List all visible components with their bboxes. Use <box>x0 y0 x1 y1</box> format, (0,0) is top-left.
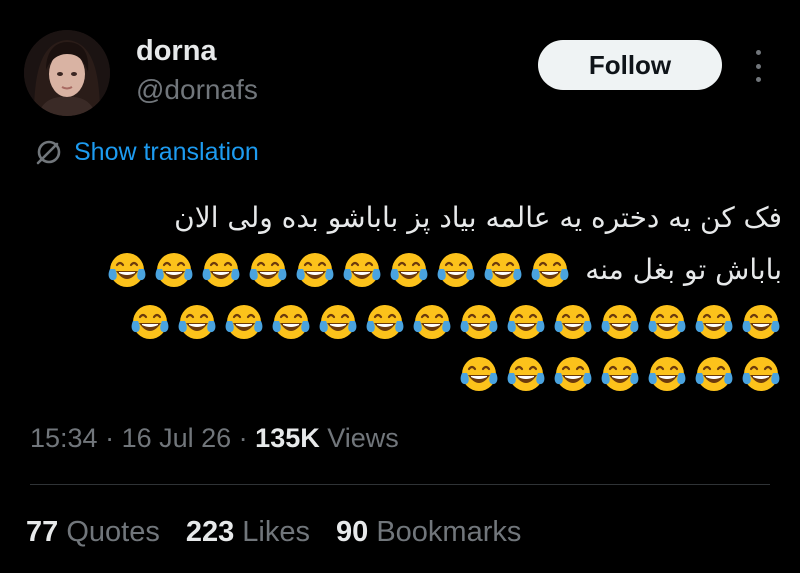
avatar[interactable] <box>24 30 110 116</box>
engagement-stats: 77 Quotes 223 Likes 90 Bookmarks <box>26 514 547 550</box>
face-with-tears-of-joy-icon <box>272 305 310 339</box>
translate-globe-icon <box>34 137 64 167</box>
quotes-stat[interactable]: 77 Quotes <box>26 514 160 550</box>
face-with-tears-of-joy-icon <box>319 305 357 339</box>
emoji-row-1: باباش تو بغل منه <box>30 244 782 296</box>
likes-count: 223 <box>185 516 235 548</box>
tweet-meta: 15:34 · 16 Jul 26 · 135K Views <box>30 420 399 456</box>
bookmarks-count: 90 <box>335 516 369 548</box>
face-with-tears-of-joy-icon <box>742 305 780 339</box>
separator: · <box>97 423 122 453</box>
follow-button[interactable]: Follow <box>538 40 722 90</box>
tweet-line-2: باباش تو بغل منه <box>585 253 782 286</box>
face-with-tears-of-joy-icon <box>460 305 498 339</box>
face-with-tears-of-joy-icon <box>343 253 381 287</box>
tweet-line-1: فک کن یه دختره یه عالمه بیاد پز باباشو ب… <box>174 201 782 234</box>
likes-label: Likes <box>242 516 310 548</box>
face-with-tears-of-joy-icon <box>484 253 522 287</box>
tweet-date[interactable]: 16 Jul 26 <box>122 423 232 453</box>
quotes-label: Quotes <box>66 516 160 548</box>
more-options-icon[interactable] <box>748 50 768 82</box>
face-with-tears-of-joy-icon <box>601 305 639 339</box>
face-with-tears-of-joy-icon <box>507 305 545 339</box>
face-with-tears-of-joy-icon <box>648 305 686 339</box>
dot <box>755 77 761 82</box>
divider <box>30 484 770 485</box>
face-with-tears-of-joy-icon <box>249 253 287 287</box>
show-translation-label: Show translation <box>74 137 259 166</box>
display-name[interactable]: dorna <box>136 34 217 68</box>
face-with-tears-of-joy-icon <box>131 305 169 339</box>
user-handle[interactable]: @dornafs <box>136 74 258 106</box>
face-with-tears-of-joy-icon <box>742 357 780 391</box>
face-with-tears-of-joy-icon <box>155 253 193 287</box>
dot <box>755 50 761 55</box>
bookmarks-stat[interactable]: 90 Bookmarks <box>336 514 521 550</box>
face-with-tears-of-joy-icon <box>178 305 216 339</box>
views-label: Views <box>327 423 399 453</box>
quotes-count: 77 <box>26 516 59 548</box>
face-with-tears-of-joy-icon <box>554 305 592 339</box>
bookmarks-label: Bookmarks <box>376 516 522 548</box>
emoji-row-3 <box>30 348 782 400</box>
emoji-row-2 <box>30 296 782 348</box>
face-with-tears-of-joy-icon <box>695 305 733 339</box>
face-with-tears-of-joy-icon <box>413 305 451 339</box>
show-translation-link[interactable]: Show translation <box>34 136 259 168</box>
views-count: 135K <box>255 423 320 453</box>
separator: · <box>231 423 256 453</box>
face-with-tears-of-joy-icon <box>507 357 545 391</box>
face-with-tears-of-joy-icon <box>390 253 428 287</box>
face-with-tears-of-joy-icon <box>601 357 639 391</box>
face-with-tears-of-joy-icon <box>695 357 733 391</box>
face-with-tears-of-joy-icon <box>366 305 404 339</box>
likes-stat[interactable]: 223 Likes <box>186 514 310 550</box>
face-with-tears-of-joy-icon <box>460 357 498 391</box>
face-with-tears-of-joy-icon <box>225 305 263 339</box>
face-with-tears-of-joy-icon <box>531 253 569 287</box>
tweet-time[interactable]: 15:34 <box>30 423 98 453</box>
face-with-tears-of-joy-icon <box>296 253 334 287</box>
face-with-tears-of-joy-icon <box>554 357 592 391</box>
face-with-tears-of-joy-icon <box>437 253 475 287</box>
face-with-tears-of-joy-icon <box>108 253 146 287</box>
dot <box>755 63 761 69</box>
tweet-text: فک کن یه دختره یه عالمه بیاد پز باباشو ب… <box>30 192 782 400</box>
face-with-tears-of-joy-icon <box>202 253 240 287</box>
face-with-tears-of-joy-icon <box>648 357 686 391</box>
